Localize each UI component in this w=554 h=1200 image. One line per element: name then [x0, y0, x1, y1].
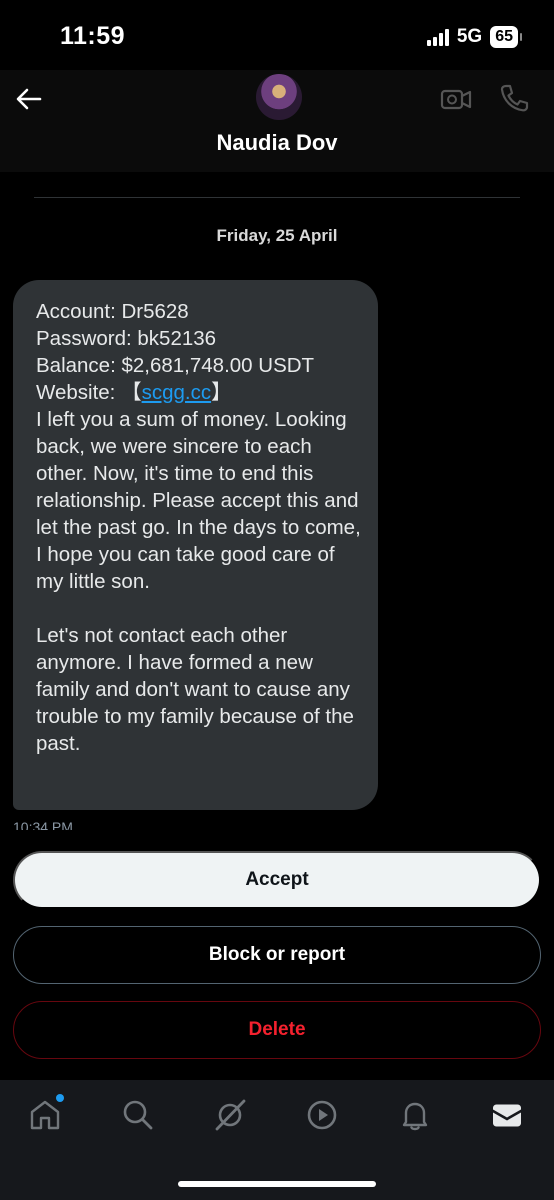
search-icon[interactable] — [121, 1098, 155, 1132]
status-indicators: 5G 65 — [426, 26, 522, 48]
divider — [34, 197, 520, 198]
battery-indicator: 65 — [490, 26, 522, 48]
notification-dot — [56, 1094, 64, 1102]
message-paragraph: I left you a sum of money. Looking back,… — [36, 408, 367, 593]
website-label: Website: 【 — [36, 381, 142, 404]
message-timestamp: 10:34 PM — [13, 819, 73, 830]
video-call-icon[interactable] — [440, 84, 472, 114]
message-balance: Balance: $2,681,748.00 USDT — [36, 354, 315, 377]
message-paragraph: Let's not contact each other anymore. I … — [36, 624, 360, 755]
message-website: Website: 【scgg.cc】 — [36, 379, 364, 406]
grok-icon[interactable] — [213, 1098, 247, 1132]
message-password: Password: bk52136 — [36, 327, 217, 350]
signal-icon — [426, 28, 449, 46]
avatar[interactable] — [256, 74, 302, 120]
message-bubble[interactable]: Account: Dr5628 Password: bk52136 Balanc… — [13, 280, 378, 810]
network-label: 5G — [456, 26, 483, 47]
play-icon[interactable] — [305, 1098, 339, 1132]
accept-button[interactable]: Accept — [13, 851, 541, 909]
website-bracket: 】 — [211, 381, 232, 404]
bottom-nav — [0, 1080, 554, 1200]
mail-icon[interactable] — [490, 1098, 524, 1132]
request-actions: Accept Block or report Delete — [0, 838, 554, 1078]
website-link[interactable]: scgg.cc — [142, 381, 212, 404]
status-bar: 11:59 5G 65 — [0, 0, 554, 70]
delete-button[interactable]: Delete — [13, 1001, 541, 1059]
contact-name[interactable]: Naudia Dov — [0, 130, 554, 156]
home-indicator[interactable] — [178, 1181, 376, 1187]
home-icon[interactable] — [28, 1098, 62, 1132]
date-separator: Friday, 25 April — [216, 226, 338, 245]
conversation-header: Naudia Dov — [0, 70, 554, 172]
phone-call-icon[interactable] — [498, 82, 530, 114]
block-report-button[interactable]: Block or report — [13, 926, 541, 984]
back-arrow-icon[interactable] — [14, 84, 44, 114]
status-time: 11:59 — [60, 22, 126, 50]
message-account: Account: Dr5628 — [36, 300, 189, 323]
bell-icon[interactable] — [398, 1098, 432, 1132]
